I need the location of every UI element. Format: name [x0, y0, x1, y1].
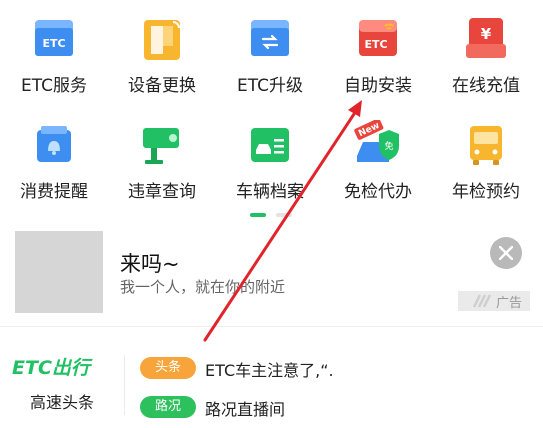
grid-item-self-install[interactable]: ETC 自助安装 [324, 6, 432, 106]
headline-fade [330, 350, 390, 385]
news-ticker[interactable]: ETC出行 高速头条 头条 ETC车主注意了,“. 路况 路况直播间 [0, 335, 543, 428]
grid-item-inspection-booking[interactable]: 年检预约 [432, 112, 540, 212]
headline-text[interactable]: ETC车主注意了,“. [205, 357, 334, 381]
page-indicator-inactive [276, 213, 292, 217]
page-indicator-active [250, 213, 266, 217]
camera-icon [143, 128, 179, 164]
etc-upgrade-icon [251, 20, 289, 56]
svg-text:ETC: ETC [42, 37, 65, 50]
svg-text:ETC: ETC [364, 38, 387, 51]
vehicle-file-icon [251, 128, 289, 162]
grid-item-label: 消费提醒 [20, 182, 88, 202]
ad-network-icon [472, 294, 492, 308]
grid-item-online-recharge[interactable]: ¥ 在线充值 [432, 6, 540, 106]
grid-item-etc-upgrade[interactable]: ETC升级 [216, 6, 324, 106]
ad-close-button[interactable] [490, 237, 522, 269]
grid-item-violation-query[interactable]: 违章查询 [108, 112, 216, 212]
recharge-icon: ¥ [466, 18, 506, 58]
exemption-icon: 免 New [354, 120, 399, 162]
ad-label-badge: 广告 [458, 291, 530, 311]
etc-device-icon: ETC [359, 20, 397, 56]
etc-card-icon: ETC [35, 20, 73, 56]
grid-item-label: 车辆档案 [236, 182, 304, 202]
grid-item-vehicle-file[interactable]: 车辆档案 [216, 112, 324, 212]
grid-item-consumption-reminder[interactable]: 消费提醒 [0, 112, 108, 212]
grid-item-exemption-service[interactable]: 免 New 免检代办 [324, 112, 432, 212]
grid-item-label: ETC升级 [237, 76, 303, 96]
headline-tag: 头条 [140, 357, 196, 379]
news-separator [124, 355, 125, 415]
ad-label-text: 广告 [495, 296, 522, 311]
svg-text:New: New [357, 121, 381, 139]
close-icon [499, 246, 513, 260]
svg-text:ETC出行: ETC出行 [12, 357, 93, 379]
traffic-tag: 路况 [140, 396, 196, 418]
grid-item-label: 年检预约 [452, 182, 520, 202]
etc-travel-logo: ETC出行 [12, 357, 93, 379]
bus-icon [470, 126, 502, 165]
traffic-text[interactable]: 路况直播间 [205, 396, 285, 420]
ad-title: 来吗~ [120, 252, 180, 276]
service-grid-row-2: 消费提醒 违章查询 车辆档案 免 New 免检代办 年检预约 [0, 112, 543, 212]
service-grid-row-1: ETC ETC服务 设备更换 ETC升级 ETC 自助安装 ¥ 在线充值 [0, 6, 543, 106]
grid-item-label: 自助安装 [344, 76, 412, 96]
ad-subtitle: 我一个人，就在你的附近 [120, 278, 286, 296]
device-swap-icon [144, 20, 180, 60]
grid-item-label: 设备更换 [128, 76, 196, 96]
svg-text:免: 免 [384, 140, 393, 152]
news-brand: 高速头条 [29, 393, 94, 412]
grid-item-label: 在线充值 [452, 76, 520, 96]
reminder-icon [37, 126, 71, 162]
svg-text:¥: ¥ [481, 25, 492, 43]
grid-item-etc-service[interactable]: ETC ETC服务 [0, 6, 108, 106]
section-divider [0, 326, 543, 327]
ad-thumbnail [15, 231, 103, 313]
grid-item-device-replace[interactable]: 设备更换 [108, 6, 216, 106]
grid-item-label: 违章查询 [128, 182, 196, 202]
grid-item-label: 免检代办 [344, 182, 412, 202]
grid-item-label: ETC服务 [21, 76, 87, 96]
